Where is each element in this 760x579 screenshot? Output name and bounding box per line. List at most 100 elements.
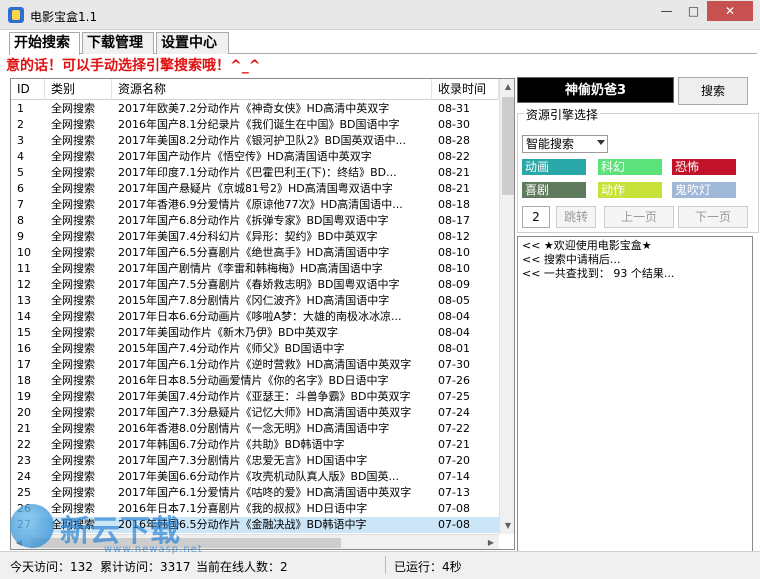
- cell-date: 08-17: [438, 214, 470, 227]
- genre-animation[interactable]: 动画: [522, 159, 586, 175]
- table-row[interactable]: 8 全网搜索 2017年国产6.8分动作片《拆弹专家》BD国粤双语中字 08-17: [11, 213, 499, 229]
- cell-name: 2017年国产动作片《悟空传》HD高清国语中英双字: [118, 150, 372, 163]
- table-row[interactable]: 6 全网搜索 2017年国产悬疑片《京城81号2》HD高清国粤双语中字 08-21: [11, 181, 499, 197]
- column-header-id[interactable]: ID: [11, 79, 45, 100]
- cell-id: 20: [17, 406, 31, 419]
- cell-name: 2017年国产7.5分喜剧片《春娇救志明》BD国粤双语中字: [118, 278, 400, 291]
- table-row[interactable]: 18 全网搜索 2016年日本8.5分动画爱情片《你的名字》BD日语中字 07-26: [11, 373, 499, 389]
- engine-select[interactable]: 智能搜索: [522, 135, 608, 153]
- table-row[interactable]: 13 全网搜索 2015年国产7.8分剧情片《冈仁波齐》HD高清国语中字 08-05: [11, 293, 499, 309]
- cell-name: 2017年国产7.3分悬疑片《记忆大师》HD高清国语中英双字: [118, 406, 412, 419]
- cell-name: 2017年日本6.6分动画片《哆啦A梦：大雄的南极冰冰凉...: [118, 310, 402, 323]
- table-body: 1 全网搜索 2017年欧美7.2分动作片《神奇女侠》HD高清中英双字 08-31 2 全…: [11, 101, 499, 533]
- cell-category: 全网搜索: [51, 118, 95, 131]
- column-header-category[interactable]: 类别: [45, 79, 112, 100]
- status-today-visits: 今天访问：132: [10, 560, 93, 574]
- genre-scifi[interactable]: 科幻: [598, 159, 662, 175]
- maximize-button[interactable]: □: [680, 1, 707, 21]
- genre-comedy[interactable]: 喜剧: [522, 182, 586, 198]
- cell-name: 2017年香港6.9分爱情片《原谅他77次》HD高清国语中...: [118, 198, 403, 211]
- cell-id: 23: [17, 454, 31, 467]
- search-keyword-input[interactable]: 神偷奶爸3: [517, 77, 674, 103]
- table-row[interactable]: 19 全网搜索 2017年美国7.4分动作片《亚瑟王：斗兽争霸》BD中英双字 07-2…: [11, 389, 499, 405]
- status-online-users: 当前在线人数：2: [196, 560, 288, 574]
- cell-date: 07-30: [438, 358, 470, 371]
- cell-name: 2017年国产6.8分动作片《拆弹专家》BD国粤双语中字: [118, 214, 389, 227]
- log-line: << 搜索中请稍后...: [522, 253, 621, 266]
- minimize-button[interactable]: —: [653, 1, 680, 21]
- table-row[interactable]: 23 全网搜索 2017年国产7.3分剧情片《忠爱无言》HD国语中字 07-20: [11, 453, 499, 469]
- engine-group: 资源引擎选择 智能搜索 动画 科幻 恐怖 喜剧 动作 鬼吹灯 2 跳转 上一页 …: [517, 106, 759, 233]
- scroll-down-icon[interactable]: ▼: [500, 518, 514, 534]
- window-title: 电影宝盒1.1: [30, 10, 98, 24]
- genre-action[interactable]: 动作: [598, 182, 662, 198]
- genre-horror[interactable]: 恐怖: [672, 159, 736, 175]
- table-row[interactable]: 2 全网搜索 2016年国产8.1分纪录片《我们诞生在中国》BD国语中字 08-30: [11, 117, 499, 133]
- tab-settings[interactable]: 设置中心: [156, 32, 229, 54]
- table-row[interactable]: 10 全网搜索 2017年国产6.5分喜剧片《绝世高手》HD高清国语中字 08-10: [11, 245, 499, 261]
- table-row[interactable]: 20 全网搜索 2017年国产7.3分悬疑片《记忆大师》HD高清国语中英双字 07-2…: [11, 405, 499, 421]
- cell-date: 07-24: [438, 406, 470, 419]
- vertical-scrollbar[interactable]: ▲ ▼: [499, 79, 514, 534]
- cell-date: 07-26: [438, 374, 470, 387]
- tab-downloads[interactable]: 下载管理: [82, 32, 154, 54]
- cell-date: 08-21: [438, 166, 470, 179]
- cell-date: 08-10: [438, 262, 470, 275]
- scroll-right-icon[interactable]: ▶: [483, 535, 499, 549]
- page-number-input[interactable]: 2: [522, 206, 550, 228]
- cell-name: 2017年美国7.4分动作片《亚瑟王：斗兽争霸》BD中英双字: [118, 390, 411, 403]
- table-row[interactable]: 12 全网搜索 2017年国产7.5分喜剧片《春娇救志明》BD国粤双语中字 08-09: [11, 277, 499, 293]
- cell-date: 07-08: [438, 518, 470, 531]
- tab-search[interactable]: 开始搜索: [9, 32, 80, 55]
- cell-date: 07-20: [438, 454, 470, 467]
- table-row[interactable]: 5 全网搜索 2017年印度7.1分动作片《巴霍巴利王(下)：终结》BD... 08-…: [11, 165, 499, 181]
- cell-date: 08-28: [438, 134, 470, 147]
- table-row[interactable]: 14 全网搜索 2017年日本6.6分动画片《哆啦A梦：大雄的南极冰冰凉... 08-…: [11, 309, 499, 325]
- table-row[interactable]: 21 全网搜索 2016年香港8.0分剧情片《一念无明》HD高清国语中字 07-22: [11, 421, 499, 437]
- table-row[interactable]: 15 全网搜索 2017年美国动作片《新木乃伊》BD中英双字 08-04: [11, 325, 499, 341]
- table-header: ID 类别 资源名称 收录时间: [11, 79, 499, 100]
- cell-category: 全网搜索: [51, 294, 95, 307]
- table-row[interactable]: 11 全网搜索 2017年国产剧情片《李雷和韩梅梅》HD高清国语中字 08-10: [11, 261, 499, 277]
- cell-id: 6: [17, 182, 24, 195]
- genre-ghost-blows-lamp[interactable]: 鬼吹灯: [672, 182, 736, 198]
- jump-button[interactable]: 跳转: [556, 206, 596, 228]
- cell-date: 08-31: [438, 102, 470, 115]
- cell-date: 08-09: [438, 278, 470, 291]
- table-row[interactable]: 4 全网搜索 2017年国产动作片《悟空传》HD高清国语中英双字 08-22: [11, 149, 499, 165]
- table-row[interactable]: 9 全网搜索 2017年美国7.4分科幻片《异形：契约》BD中英双字 08-12: [11, 229, 499, 245]
- cell-id: 14: [17, 310, 31, 323]
- cell-id: 21: [17, 422, 31, 435]
- cell-id: 11: [17, 262, 31, 275]
- cell-id: 9: [17, 230, 24, 243]
- cell-category: 全网搜索: [51, 246, 95, 259]
- scroll-up-icon[interactable]: ▲: [500, 79, 514, 95]
- next-page-button[interactable]: 下一页: [678, 206, 748, 228]
- search-button[interactable]: 搜索: [678, 77, 748, 105]
- table-row[interactable]: 24 全网搜索 2017年美国6.6分动作片《攻壳机动队真人版》BD国英... 07-…: [11, 469, 499, 485]
- vertical-scroll-thumb[interactable]: [502, 97, 514, 195]
- column-header-date[interactable]: 收录时间: [432, 79, 499, 100]
- cell-name: 2016年日本8.5分动画爱情片《你的名字》BD日语中字: [118, 374, 389, 387]
- cell-category: 全网搜索: [51, 102, 95, 115]
- watermark-url: www.newasp.net: [104, 544, 203, 555]
- prev-page-button[interactable]: 上一页: [604, 206, 674, 228]
- cell-name: 2017年国产6.1分动作片《逆时营救》HD高清国语中英双字: [118, 358, 412, 371]
- table-row[interactable]: 25 全网搜索 2017年国产6.1分爱情片《咕咚的爱》HD高清国语中英双字 07-1…: [11, 485, 499, 501]
- table-row[interactable]: 22 全网搜索 2017年韩国6.7分动作片《共助》BD韩语中字 07-21: [11, 437, 499, 453]
- close-button[interactable]: ✕: [707, 1, 753, 21]
- log-line: << ★欢迎使用电影宝盒★: [522, 239, 652, 252]
- cell-date: 08-01: [438, 342, 470, 355]
- table-row[interactable]: 7 全网搜索 2017年香港6.9分爱情片《原谅他77次》HD高清国语中... 08-…: [11, 197, 499, 213]
- table-row[interactable]: 17 全网搜索 2017年国产6.1分动作片《逆时营救》HD高清国语中英双字 07-3…: [11, 357, 499, 373]
- table-row[interactable]: 3 全网搜索 2017年美国8.2分动作片《银河护卫队2》BD国英双语中... 08-…: [11, 133, 499, 149]
- cell-id: 17: [17, 358, 31, 371]
- cell-name: 2017年美国动作片《新木乃伊》BD中英双字: [118, 326, 339, 339]
- table-row[interactable]: 1 全网搜索 2017年欧美7.2分动作片《神奇女侠》HD高清中英双字 08-31: [11, 101, 499, 117]
- cell-name: 2017年国产剧情片《李雷和韩梅梅》HD高清国语中字: [118, 262, 383, 275]
- table-row[interactable]: 16 全网搜索 2015年国产7.4分动作片《师父》BD国语中字 08-01: [11, 341, 499, 357]
- engine-group-title: 资源引擎选择: [524, 106, 601, 123]
- status-runtime: 已运行：4秒: [394, 560, 462, 574]
- column-header-name[interactable]: 资源名称: [112, 79, 432, 100]
- cell-name: 2017年国产6.1分爱情片《咕咚的爱》HD高清国语中英双字: [118, 486, 412, 499]
